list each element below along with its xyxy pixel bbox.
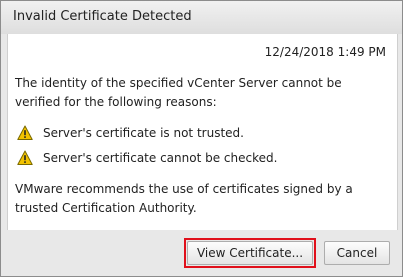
recommendation-message: VMware recommends the use of certificate… xyxy=(15,182,353,215)
warning-icon xyxy=(17,125,33,140)
dialog-content: 12/24/2018 1:49 PM The identity of the s… xyxy=(7,34,398,230)
cancel-button[interactable]: Cancel xyxy=(324,241,390,265)
view-certificate-button[interactable]: View Certificate... xyxy=(187,241,313,265)
invalid-certificate-dialog: Invalid Certificate Detected 12/24/2018 … xyxy=(0,0,403,277)
reason-text: Server's certificate is not trusted. xyxy=(43,126,244,140)
dialog-title: Invalid Certificate Detected xyxy=(13,9,192,24)
dialog-footer: View Certificate... Cancel xyxy=(1,230,402,276)
timestamp: 12/24/2018 1:49 PM xyxy=(264,45,386,59)
reason-text: Server's certificate cannot be checked. xyxy=(43,151,278,165)
identity-message: The identity of the specified vCenter Se… xyxy=(15,76,342,109)
warning-icon xyxy=(17,150,33,165)
dialog-titlebar[interactable]: Invalid Certificate Detected xyxy=(1,1,402,34)
